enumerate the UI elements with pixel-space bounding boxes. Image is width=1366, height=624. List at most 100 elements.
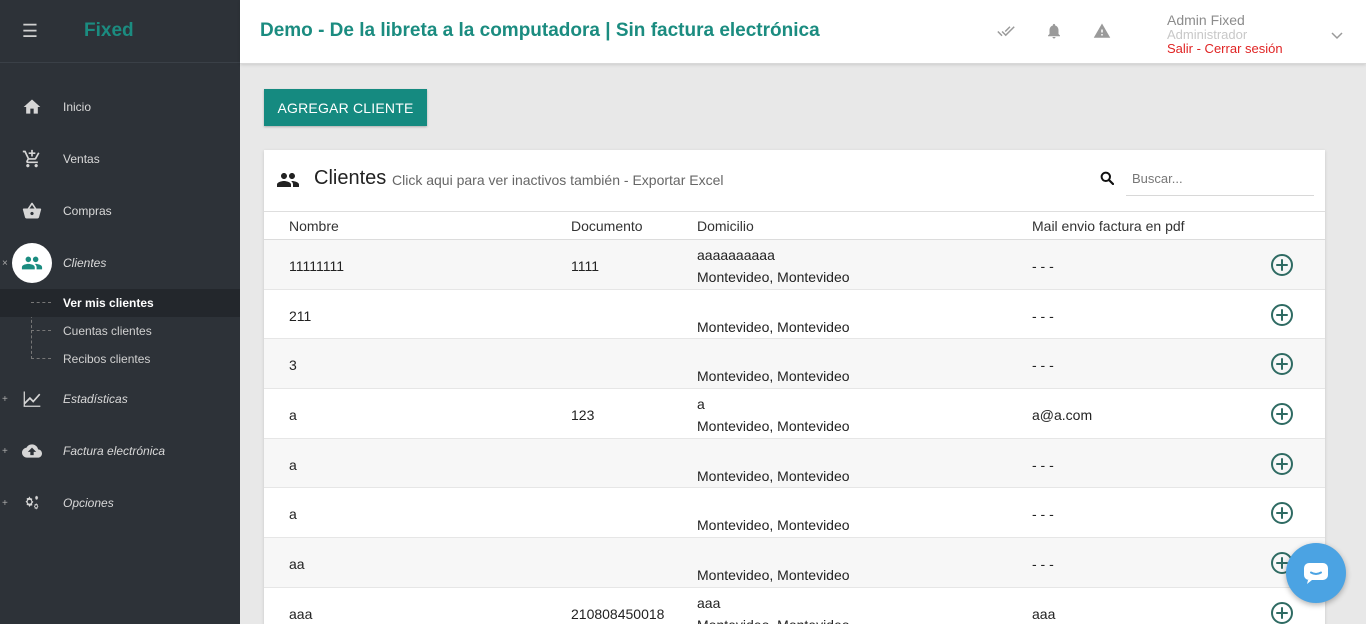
chart-icon	[23, 391, 40, 407]
cart-icon	[22, 149, 39, 168]
sidebar-header: ☰ Fixed	[0, 0, 240, 63]
table-row[interactable]: a Montevideo, Montevideo - - -	[264, 438, 1325, 489]
card-header: Clientes Click aqui para ver inactivos t…	[264, 150, 1325, 212]
clients-card: Clientes Click aqui para ver inactivos t…	[264, 150, 1325, 624]
table-row[interactable]: aaa 210808450018 aaa Montevideo, Montevideo…	[264, 588, 1325, 624]
column-header-domicilio[interactable]: Domicilio	[697, 218, 754, 234]
cell-domicilio-line2: Montevideo, Montevideo	[697, 318, 850, 335]
sidebar-item-opciones[interactable]: + Opciones	[0, 477, 240, 529]
cell-documento: 210808450018	[571, 605, 665, 622]
people-icon	[276, 168, 300, 192]
table-row[interactable]: a 123 a Montevideo, Montevideo a@a.com	[264, 389, 1325, 439]
sidebar-item-ventas[interactable]: Ventas	[0, 133, 240, 185]
sidebar-item-label: Ventas	[63, 152, 100, 166]
cell-nombre: a	[289, 407, 297, 424]
chat-button[interactable]	[1286, 543, 1346, 603]
cell-domicilio-line2: Montevideo, Montevideo	[697, 418, 850, 435]
logout-link[interactable]: Salir - Cerrar sesión	[1167, 41, 1283, 56]
sidebar-item-label: Inicio	[63, 100, 92, 114]
chevron-down-icon[interactable]	[1330, 28, 1344, 42]
column-header-documento[interactable]: Documento	[571, 218, 643, 234]
expand-mark: +	[2, 445, 8, 457]
sidebar-item-estadisticas[interactable]: + Estadísticas	[0, 373, 240, 425]
cell-mail: - - -	[1032, 506, 1054, 523]
cell-documento: 123	[571, 407, 595, 424]
sidebar-item-label: Opciones	[63, 496, 114, 510]
bell-icon[interactable]	[1045, 22, 1065, 42]
double-check-icon[interactable]	[997, 22, 1017, 42]
cell-domicilio-line1: aaa	[697, 594, 721, 611]
sidebar-item-label: Clientes	[63, 256, 107, 270]
cell-nombre: aaa	[289, 605, 313, 622]
show-inactive-link[interactable]: Click aqui para ver inactivos también	[392, 172, 620, 188]
expand-mark: +	[2, 497, 8, 509]
cell-documento: 1111	[571, 258, 600, 274]
cell-mail: - - -	[1032, 556, 1054, 573]
card-links: Click aqui para ver inactivos también - …	[392, 172, 724, 188]
export-excel-link[interactable]: Exportar Excel	[632, 172, 723, 188]
sidebar-subitem-label: Recibos clientes	[63, 352, 151, 366]
cell-nombre: 3	[289, 357, 297, 374]
table-row[interactable]: 211 Montevideo, Montevideo - - -	[264, 290, 1325, 340]
add-circle-icon[interactable]	[1270, 402, 1294, 426]
cell-mail: a@a.com	[1032, 407, 1093, 424]
sidebar-subitem-label: Ver mis clientes	[63, 296, 154, 310]
warning-icon[interactable]	[1093, 22, 1113, 42]
user-role: Administrador	[1167, 27, 1248, 42]
cell-mail: - - -	[1032, 456, 1054, 473]
search-icon	[1100, 171, 1115, 186]
sidebar-item-factura-electronica[interactable]: + Factura electrónica	[0, 425, 240, 477]
cell-mail: - - -	[1032, 258, 1054, 274]
topbar: Demo - De la libreta a la computadora | …	[240, 0, 1366, 64]
cell-domicilio-line1: aaaaaaaaaa	[697, 247, 775, 263]
table-row[interactable]: 3 Montevideo, Montevideo - - -	[264, 339, 1325, 390]
cell-mail: - - -	[1032, 307, 1054, 324]
cell-nombre: a	[289, 506, 297, 523]
chat-icon	[1304, 563, 1328, 584]
cell-nombre: a	[289, 456, 297, 473]
sidebar-item-inicio[interactable]: Inicio	[0, 81, 240, 133]
add-client-button[interactable]: AGREGAR CLIENTE	[264, 89, 427, 126]
cell-nombre: 211	[289, 307, 312, 324]
brand-logo[interactable]: Fixed	[84, 20, 134, 42]
sidebar-subitem-cuentas-clientes[interactable]: Cuentas clientes	[0, 317, 240, 345]
table-row[interactable]: 11111111 1111 aaaaaaaaaa Montevideo, Montev…	[264, 240, 1325, 290]
sidebar-subitem-ver-mis-clientes[interactable]: Ver mis clientes	[0, 289, 240, 317]
sidebar-item-clientes[interactable]: × Clientes	[0, 237, 240, 289]
table-row[interactable]: a Montevideo, Montevideo - - -	[264, 488, 1325, 539]
collapse-mark: ×	[2, 257, 8, 269]
sidebar-nav: Inicio Ventas Compras × Clientes Ver mis…	[0, 63, 240, 529]
column-header-mail[interactable]: Mail envio factura en pdf	[1032, 218, 1185, 234]
add-circle-icon[interactable]	[1270, 501, 1294, 525]
sidebar-subitem-label: Cuentas clientes	[63, 324, 152, 338]
cell-nombre: 11111111	[289, 258, 345, 274]
menu-icon[interactable]: ☰	[0, 21, 60, 42]
cell-mail: - - -	[1032, 357, 1054, 374]
add-circle-icon[interactable]	[1270, 303, 1294, 327]
people-icon	[21, 256, 42, 270]
search-input[interactable]	[1126, 162, 1314, 196]
card-title: Clientes	[314, 167, 387, 189]
add-circle-icon[interactable]	[1270, 452, 1294, 476]
sidebar-item-compras[interactable]: Compras	[0, 185, 240, 237]
add-circle-icon[interactable]	[1270, 601, 1294, 624]
user-name[interactable]: Admin Fixed	[1167, 12, 1245, 28]
column-header-nombre[interactable]: Nombre	[289, 218, 339, 234]
home-icon	[23, 99, 40, 114]
page-title: Demo - De la libreta a la computadora | …	[260, 20, 820, 41]
cell-domicilio-line2: Montevideo, Montevideo	[697, 617, 850, 624]
cell-domicilio-line2: Montevideo, Montevideo	[697, 269, 850, 285]
cell-domicilio-line2: Montevideo, Montevideo	[697, 567, 850, 584]
cell-mail: aaa	[1032, 605, 1056, 622]
table-body: 11111111 1111 aaaaaaaaaa Montevideo, Montev…	[264, 240, 1325, 624]
sidebar-item-label: Compras	[63, 204, 112, 218]
add-circle-icon[interactable]	[1270, 253, 1294, 277]
add-circle-icon[interactable]	[1270, 352, 1294, 376]
cloud-upload-icon	[21, 444, 42, 458]
cell-domicilio-line1: a	[697, 396, 705, 413]
clientes-submenu: Ver mis clientes Cuentas clientes Recibo…	[0, 289, 240, 373]
sidebar-subitem-recibos-clientes[interactable]: Recibos clientes	[0, 345, 240, 373]
sidebar: ☰ Fixed Inicio Ventas Compras × Clientes…	[0, 0, 240, 624]
table-row[interactable]: aa Montevideo, Montevideo - - -	[264, 538, 1325, 588]
basket-icon	[22, 202, 41, 219]
